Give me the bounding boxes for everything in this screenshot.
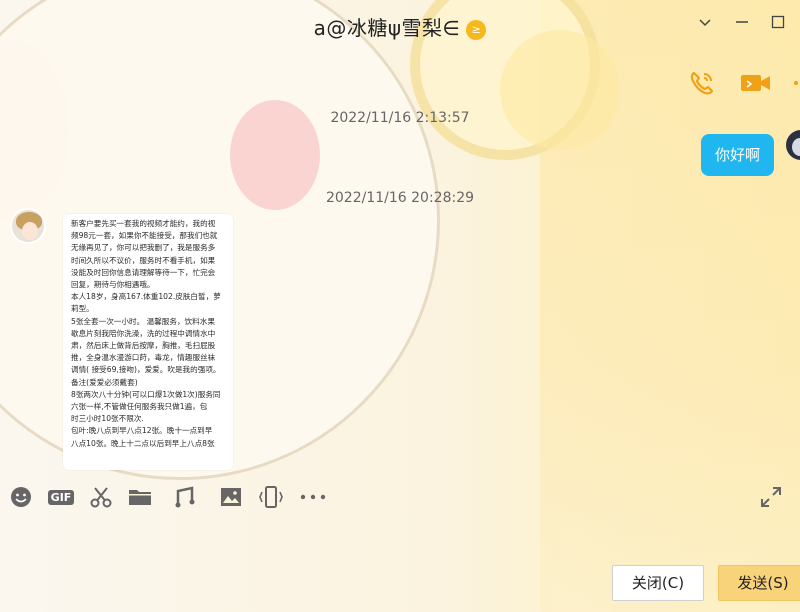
- contact-avatar[interactable]: [10, 208, 46, 244]
- message-line: 8张两次八十分钟(可以口爆1次做1次)服务同: [71, 389, 221, 399]
- message-timestamp: 2022/11/16 2:13:57: [330, 110, 470, 126]
- message-line: 调情( 接受69,接吻)，爱爱。吹是我的强项。: [71, 365, 221, 375]
- message-line: 没能及时回你信息请理解等待一下，忙完会: [71, 267, 216, 277]
- expand-icon: [761, 487, 781, 507]
- gif-icon: GIF: [47, 489, 75, 505]
- message-line: 本人18岁，身高167.体重102.皮肤白皙，萝: [71, 292, 221, 302]
- more-icon: [794, 81, 798, 85]
- contact-badge-icon: ≥: [466, 19, 487, 40]
- video-call-icon: [741, 75, 770, 91]
- more-icon: [300, 494, 326, 500]
- scissors-icon: [90, 487, 112, 508]
- message-line: 无缘再见了，你可以把我删了，我是服务多: [71, 243, 216, 253]
- video-call-button[interactable]: [740, 68, 770, 98]
- input-toolbar: GIF: [0, 482, 800, 512]
- message-line: 回复，期待与你相遇哦。: [71, 280, 155, 290]
- message-line: 新客户要先买一套我的视频才能约，我的视: [71, 219, 216, 228]
- close-button[interactable]: 关闭(C): [612, 565, 704, 601]
- music-button[interactable]: [172, 484, 198, 510]
- message-line: 5张全套一次一小时。 温馨服务，饮料水果: [71, 316, 215, 326]
- message-line: 莉型。: [71, 304, 94, 314]
- message-line: 八点10张。晚上十二点以后到早上八点8张: [71, 438, 215, 448]
- message-timestamp: 2022/11/16 20:28:29: [325, 190, 475, 206]
- image-icon: [221, 488, 241, 506]
- my-message-bubble[interactable]: 你好啊: [701, 134, 775, 176]
- message-line: 备注(爱爱必须戴套): [71, 377, 138, 387]
- more-actions-button[interactable]: [790, 68, 800, 98]
- folder-icon: [129, 490, 151, 505]
- music-icon: [175, 486, 195, 508]
- maximize-button[interactable]: [766, 14, 790, 34]
- gif-button[interactable]: GIF: [46, 484, 76, 510]
- window-title[interactable]: a@冰糖ψ雪梨∈ ≥: [0, 12, 800, 41]
- emoji-button[interactable]: [8, 484, 34, 510]
- image-button[interactable]: [218, 484, 244, 510]
- message-line: 时间久所以不议价，服务时不看手机，如果: [71, 255, 216, 265]
- message-line: 频98元一套，如果你不能接受，那我们也就: [71, 231, 218, 241]
- contact-name: a@冰糖ψ雪梨∈: [313, 16, 461, 40]
- message-line: 歇息片刻我陪你洗澡，洗的过程中调情水中: [71, 328, 216, 338]
- maximize-icon: [771, 15, 785, 29]
- message-line: 肃，然后床上做背后按摩，胸推，毛扫屁股: [71, 341, 216, 351]
- expand-input-button[interactable]: [758, 484, 784, 510]
- minimize-icon: [736, 21, 748, 23]
- message-line: 时三小时10张不限次.: [71, 414, 144, 424]
- phone-call-icon: [690, 71, 714, 95]
- voice-call-button[interactable]: [687, 68, 717, 98]
- shake-button[interactable]: [258, 484, 284, 510]
- contact-message-bubble[interactable]: 新客户要先买一套我的视频才能约，我的视 频98元一套，如果你不能接受，那我们也就…: [63, 214, 233, 470]
- chevron-down-icon: [699, 19, 711, 27]
- collapse-button[interactable]: [693, 14, 717, 34]
- message-line: 包叶:晚八点到早八点12张。晚十一点到早: [71, 426, 213, 436]
- minimize-button[interactable]: [730, 14, 754, 34]
- title-bar: a@冰糖ψ雪梨∈ ≥: [0, 0, 800, 52]
- phone-shake-icon: [259, 486, 283, 508]
- message-line: 推，全身温水漫游口莳，毒龙，情趣服丝袜: [71, 353, 216, 363]
- more-tools-button[interactable]: [298, 484, 328, 510]
- file-button[interactable]: [127, 484, 153, 510]
- emoji-icon: [11, 487, 31, 507]
- screenshot-button[interactable]: [88, 484, 114, 510]
- send-button[interactable]: 发送(S): [718, 565, 800, 601]
- message-line: 六张一样,不管做任何服务我只做1遍，包: [71, 402, 208, 412]
